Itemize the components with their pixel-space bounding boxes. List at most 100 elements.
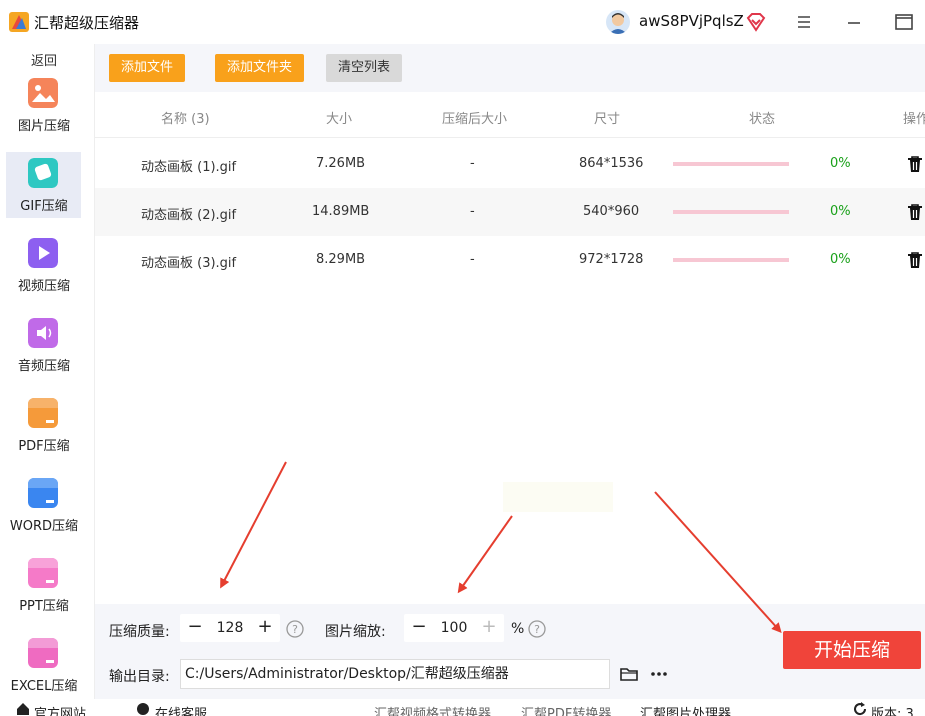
progress-percent: 0% [830, 252, 851, 267]
sidebar-item-word[interactable]: WORD压缩 [6, 472, 81, 538]
sidebar-item-label: EXCEL压缩 [10, 679, 78, 694]
dimensions: 972*1728 [579, 252, 644, 267]
output-path-input[interactable]: C:/Users/Administrator/Desktop/汇帮超级压缩器 [180, 659, 610, 689]
video-converter-link[interactable]: 汇帮视频格式转换器 [374, 703, 491, 716]
column-header-action: 操作 [903, 112, 925, 127]
progress-bar [673, 258, 789, 262]
quality-increase-button[interactable]: + [254, 617, 276, 639]
folder-icon[interactable] [619, 664, 639, 684]
pdf-converter-link[interactable]: 汇帮PDF转换器 [521, 703, 611, 716]
progress-bar [673, 210, 789, 214]
user-avatar[interactable] [606, 10, 630, 34]
trash-icon[interactable] [905, 154, 925, 174]
video-compress-icon [28, 238, 58, 268]
file-name: 动态画板 (3).gif [141, 256, 237, 271]
main-content: 添加文件 添加文件夹 清空列表 名称 (3) 大小 压缩后大小 尺寸 状态 操作… [94, 44, 925, 699]
sidebar-item-label: GIF压缩 [20, 199, 68, 214]
audio-compress-icon [28, 318, 58, 348]
file-size: 7.26MB [316, 156, 366, 171]
scale-decrease-button[interactable]: − [408, 617, 430, 639]
add-file-button[interactable]: 添加文件 [109, 54, 186, 82]
sidebar-item-pdf[interactable]: PDF压缩 [6, 392, 81, 458]
word-compress-icon [28, 478, 58, 508]
gif-compress-icon [28, 158, 58, 188]
website-link[interactable]: 官方网站 [34, 703, 86, 716]
help-icon[interactable]: ? [286, 620, 304, 638]
progress-percent: 0% [830, 204, 851, 219]
app-logo-icon [9, 12, 29, 32]
version-label: 版本: 3 [871, 707, 914, 716]
quality-value[interactable]: 128 [208, 620, 252, 636]
pdf-compress-icon [28, 398, 58, 428]
home-icon [17, 703, 29, 715]
trash-icon[interactable] [905, 202, 925, 222]
maximize-icon[interactable] [892, 10, 916, 34]
vip-diamond-icon[interactable] [746, 12, 766, 32]
watermark [503, 482, 613, 512]
refresh-icon [854, 702, 867, 716]
table-header: 名称 (3) 大小 压缩后大小 尺寸 状态 操作 [95, 92, 925, 138]
image-compress-icon [28, 78, 58, 108]
app-title: 汇帮超级压缩器 [34, 14, 140, 32]
sidebar-item-gif[interactable]: GIF压缩 [6, 152, 81, 218]
quality-label: 压缩质量: [109, 624, 170, 640]
progress-percent: 0% [830, 156, 851, 171]
sidebar-item-excel[interactable]: EXCEL压缩 [6, 632, 81, 698]
scale-unit: % [511, 621, 525, 637]
quality-stepper[interactable]: − 128 + [180, 614, 280, 642]
sidebar-item-label: 视频压缩 [17, 279, 70, 294]
sidebar-item-audio[interactable]: 音频压缩 [6, 312, 81, 378]
column-header-compressed-size[interactable]: 压缩后大小 [442, 108, 507, 127]
compressed-size: - [470, 252, 475, 267]
help-icon[interactable]: ? [528, 620, 546, 638]
table-row[interactable]: 动态画板 (3).gif 8.29MB - 972*1728 0% [95, 236, 925, 284]
sidebar-item-video[interactable]: 视频压缩 [6, 232, 81, 298]
column-header-dimensions[interactable]: 尺寸 [594, 108, 620, 127]
support-icon [137, 703, 149, 715]
quality-decrease-button[interactable]: − [184, 617, 206, 639]
toolbar: 添加文件 添加文件夹 清空列表 [95, 44, 925, 92]
scale-value[interactable]: 100 [432, 620, 476, 636]
dimensions: 540*960 [583, 204, 640, 219]
title-bar: 汇帮超级压缩器 awS8PVjPqlsZ [0, 0, 925, 44]
menu-icon[interactable] [792, 10, 816, 34]
progress-bar [673, 162, 789, 166]
minimize-icon[interactable] [842, 10, 866, 34]
sidebar-item-label: PPT压缩 [19, 599, 69, 614]
scale-label: 图片缩放: [325, 624, 386, 640]
column-header-size[interactable]: 大小 [326, 108, 352, 127]
sidebar: 返回 图片压缩 GIF压缩 视频压缩 音频压缩 PDF压缩 WORD压缩 PPT… [0, 44, 94, 699]
more-icon[interactable] [649, 664, 669, 684]
sidebar-item-image[interactable]: 图片压缩 [6, 72, 81, 138]
svg-text:?: ? [534, 623, 540, 636]
sidebar-item-ppt[interactable]: PPT压缩 [6, 552, 81, 618]
sidebar-item-label: WORD压缩 [9, 519, 79, 534]
sidebar-item-label: 音频压缩 [17, 359, 70, 374]
table-row[interactable]: 动态画板 (1).gif 7.26MB - 864*1536 0% [95, 140, 925, 188]
file-size: 8.29MB [316, 252, 366, 267]
column-header-name[interactable]: 名称 (3) [161, 108, 210, 127]
status-bar: 官方网站 在线客服 汇帮视频格式转换器 汇帮PDF转换器 汇帮图片处理器 版本:… [0, 699, 925, 716]
start-compress-button[interactable]: 开始压缩 [783, 631, 921, 669]
scale-stepper[interactable]: − 100 + [404, 614, 504, 642]
file-name: 动态画板 (2).gif [141, 208, 237, 223]
image-processor-link[interactable]: 汇帮图片处理器 [640, 703, 731, 716]
column-header-status: 状态 [749, 112, 776, 127]
add-folder-button[interactable]: 添加文件夹 [215, 54, 305, 82]
table-row[interactable]: 动态画板 (2).gif 14.89MB - 540*960 0% [95, 188, 925, 236]
back-button[interactable]: 返回 [0, 50, 88, 69]
clear-list-button[interactable]: 清空列表 [326, 54, 403, 82]
file-size: 14.89MB [312, 204, 370, 219]
excel-compress-icon [28, 638, 58, 668]
username[interactable]: awS8PVjPqlsZ [639, 12, 744, 30]
sidebar-item-label: PDF压缩 [18, 439, 70, 454]
file-name: 动态画板 (1).gif [141, 160, 237, 175]
scale-increase-button[interactable]: + [478, 617, 500, 639]
compressed-size: - [470, 156, 475, 171]
svg-text:?: ? [292, 623, 298, 636]
trash-icon[interactable] [905, 250, 925, 270]
support-link[interactable]: 在线客服 [155, 703, 207, 716]
dimensions: 864*1536 [579, 156, 644, 171]
compressed-size: - [470, 204, 475, 219]
output-dir-label: 输出目录: [109, 669, 170, 685]
